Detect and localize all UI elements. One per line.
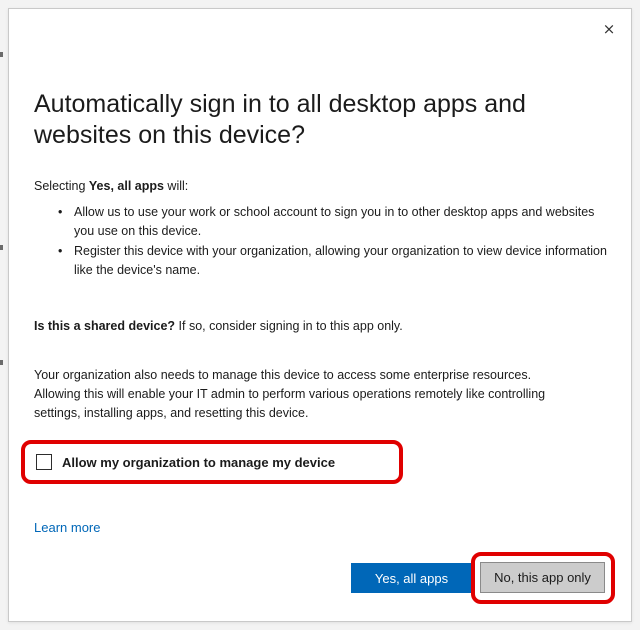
intro-prefix: Selecting (34, 179, 89, 193)
bullet-list: • Allow us to use your work or school ac… (58, 203, 613, 281)
list-item: • Register this device with your organiz… (58, 242, 613, 280)
shared-device-question: Is this a shared device? (34, 319, 176, 333)
manage-device-text: Your organization also needs to manage t… (34, 368, 546, 420)
bullet-text: Register this device with your organizat… (74, 244, 607, 277)
shared-device-text: Is this a shared device? If so, consider… (34, 317, 594, 336)
close-button[interactable]: × (599, 19, 619, 39)
intro-text: Selecting Yes, all apps will: (34, 177, 188, 196)
bullet-dot: • (58, 205, 63, 219)
manage-device-checkbox-label[interactable]: Allow my organization to manage my devic… (62, 455, 335, 470)
bullet-dot: • (58, 244, 63, 258)
manage-device-checkbox[interactable] (36, 454, 52, 470)
dialog-title: Automatically sign in to all desktop app… (34, 90, 526, 149)
intro-suffix: will: (163, 179, 189, 193)
intro-bold: Yes, all apps (88, 179, 164, 193)
no-this-app-only-button[interactable]: No, this app only (480, 562, 605, 593)
background-edge-mark (0, 52, 3, 57)
list-item: • Allow us to use your work or school ac… (58, 203, 613, 241)
shared-device-rest: If so, consider signing in to this app o… (175, 319, 403, 333)
bullet-text: Allow us to use your work or school acco… (74, 205, 595, 238)
manage-device-checkbox-row[interactable]: Allow my organization to manage my devic… (36, 451, 335, 473)
learn-more-link[interactable]: Learn more (34, 520, 100, 535)
close-icon: × (602, 20, 616, 38)
background-edge-mark (0, 360, 3, 365)
background-edge-mark (0, 245, 3, 250)
yes-all-apps-button[interactable]: Yes, all apps (351, 563, 472, 593)
